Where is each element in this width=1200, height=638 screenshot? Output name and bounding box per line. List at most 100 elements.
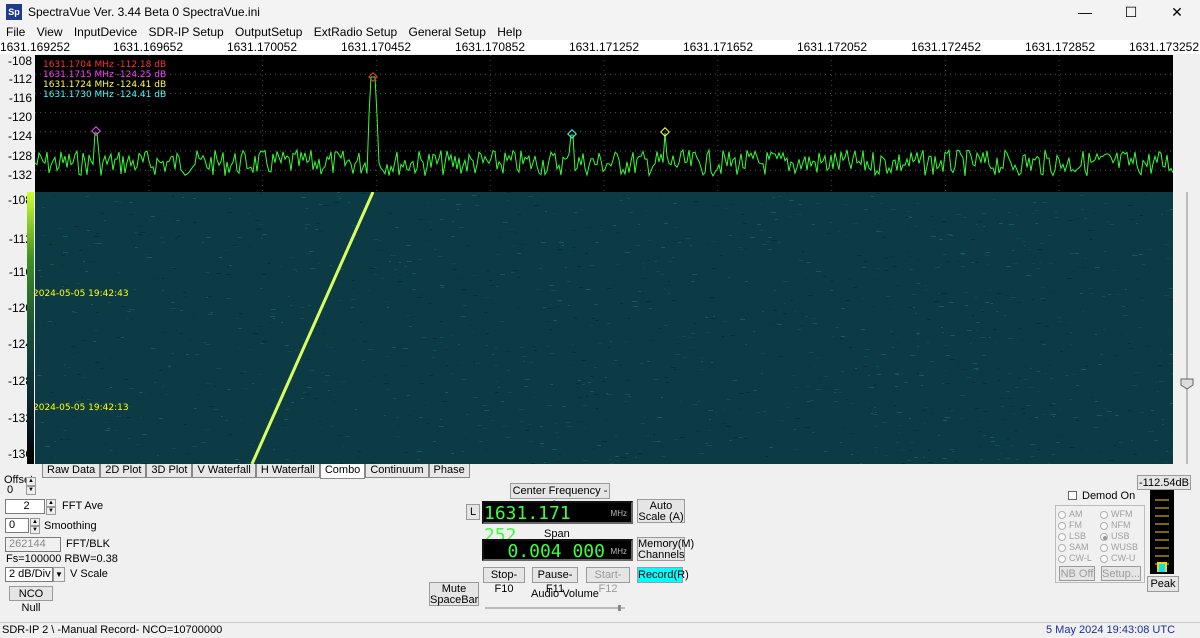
fft-blk-select[interactable]: 262144	[5, 537, 61, 552]
waterfall-timestamp: 2024-05-05 19:42:43	[35, 289, 129, 299]
mode-label: WFM	[1111, 509, 1133, 519]
marker-text: 1631.1730 MHz -124.41 dB	[43, 90, 167, 100]
setup-button[interactable]: Setup...	[1101, 566, 1141, 581]
mode-label: FM	[1069, 520, 1082, 530]
mode-cwl-radio[interactable]: CW-L	[1058, 553, 1092, 563]
stop-button[interactable]: Stop-F10	[483, 567, 525, 595]
mode-wusb-radio[interactable]: WUSB	[1100, 542, 1138, 552]
spectrum-plot[interactable]: 1631.1704 MHz -112.18 dB 1631.1715 MHz -…	[34, 55, 1174, 192]
mode-label: CW-L	[1069, 553, 1092, 563]
audio-volume-slider[interactable]	[485, 600, 633, 611]
mute-button[interactable]: Mute SpaceBar	[429, 582, 479, 606]
marker-text: 1631.1715 MHz -124.25 dB	[43, 70, 167, 80]
fft-blk-label: FFT/BLK	[66, 538, 111, 550]
nb-off-button[interactable]: NB Off	[1059, 566, 1095, 581]
spectrum-db-label: -128	[7, 149, 32, 163]
mode-label: USB	[1111, 531, 1130, 541]
tab-2d-plot[interactable]: 2D Plot	[100, 464, 147, 478]
peak-button[interactable]: Peak	[1147, 576, 1179, 592]
demod-on-label: Demod On	[1082, 490, 1136, 502]
demod-on-checkbox[interactable]	[1068, 491, 1077, 500]
app-icon: Sp	[6, 4, 22, 20]
mode-sam-radio[interactable]: SAM	[1058, 542, 1089, 552]
menu-view[interactable]: View	[37, 24, 63, 40]
freq-tick-label: 1631.171252	[568, 40, 640, 54]
waterfall-display[interactable]: 2024-05-05 19:42:43 2024-05-05 19:42:13	[35, 192, 1173, 464]
span-display[interactable]: 0.004 000 MHz	[482, 539, 633, 562]
tab-combo[interactable]: Combo	[319, 464, 366, 479]
freq-tick-label: 1631.172852	[1024, 40, 1096, 54]
fft-ave-up-button[interactable]: ▲	[46, 499, 56, 507]
mode-am-radio[interactable]: AM	[1058, 509, 1083, 519]
l-button[interactable]: L	[466, 504, 480, 520]
app-window: Sp SpectraVue Ver. 3.44 Beta 0 SpectraVu…	[0, 0, 1200, 638]
spectrum-trace	[34, 76, 1174, 178]
menu-output-setup[interactable]: OutputSetup	[235, 24, 302, 40]
record-button[interactable]: Record(R)	[637, 567, 689, 583]
center-frequency-display[interactable]: 1631.171 252 MHz	[482, 501, 633, 546]
status-left: SDR-IP 2 \ -Manual Record- NCO=10700000	[2, 624, 223, 636]
vscale-select[interactable]: 2 dB/Div	[5, 567, 53, 582]
tab-v-waterfall[interactable]: V Waterfall	[192, 464, 256, 478]
waterfall-signal-trace	[250, 192, 375, 464]
close-button[interactable]: ✕	[1154, 0, 1200, 24]
mode-usb-radio[interactable]: USB	[1100, 531, 1130, 541]
marker-text: 1631.1704 MHz -112.18 dB	[43, 60, 167, 70]
pause-button[interactable]: Pause-F11	[532, 567, 578, 595]
menu-sdr-ip-setup[interactable]: SDR-IP Setup	[149, 24, 224, 40]
mode-label: LSB	[1069, 531, 1087, 541]
smoothing-input[interactable]: 0	[5, 518, 29, 533]
tab-raw-data[interactable]: Raw Data	[42, 464, 101, 478]
vscale-dropdown-icon[interactable]: ▼	[53, 567, 65, 582]
mode-nfm-radio[interactable]: NFM	[1100, 520, 1131, 530]
menu-extradio-setup[interactable]: ExtRadio Setup	[314, 24, 397, 40]
fft-ave-down-button[interactable]: ▼	[46, 507, 56, 515]
mode-cwu-radio[interactable]: CW-U	[1100, 553, 1135, 563]
offset-down-button[interactable]: ▼	[26, 486, 36, 495]
span-unit: MHz	[610, 547, 627, 556]
tab-h-waterfall[interactable]: H Waterfall	[255, 464, 320, 478]
fs-rbw-text: Fs=100000 RBW=0.38	[6, 553, 118, 565]
waterfall-contrast-slider[interactable]	[1180, 192, 1194, 464]
freq-tick-label: 1631.171652	[682, 40, 754, 54]
smoothing-up-button[interactable]: ▲	[30, 518, 40, 526]
signal-level-meter	[1150, 490, 1174, 574]
maximize-button[interactable]: ☐	[1108, 0, 1154, 24]
offset-up-button[interactable]: ▲	[26, 477, 36, 486]
smoothing-down-button[interactable]: ▼	[30, 526, 40, 534]
marker-readout-4: 1631.1730 MHz -124.41 dB	[43, 90, 166, 100]
auto-scale-button[interactable]: Auto Scale (A)	[637, 499, 685, 523]
freq-tick-label: 1631.170052	[226, 40, 298, 54]
freq-tick-label: 1631.170452	[340, 40, 412, 54]
menu-file[interactable]: File	[6, 24, 25, 40]
tab-phase[interactable]: Phase	[428, 464, 470, 478]
mode-wfm-radio[interactable]: WFM	[1100, 509, 1133, 519]
title-bar: Sp SpectraVue Ver. 3.44 Beta 0 SpectraVu…	[0, 0, 1200, 24]
freq-tick-label: 1631.172452	[910, 40, 982, 54]
menu-help[interactable]: Help	[497, 24, 522, 40]
window-title: SpectraVue Ver. 3.44 Beta 0 SpectraVue.i…	[28, 5, 260, 19]
audio-volume-label: Audio Volume	[531, 588, 599, 600]
marker-readout-1: 1631.1704 MHz -112.18 dB	[43, 60, 166, 70]
offset-value[interactable]: 0	[4, 484, 26, 498]
menu-input-device[interactable]: InputDevice	[74, 24, 137, 40]
center-frequency-unit: MHz	[610, 509, 627, 518]
mode-lsb-radio[interactable]: LSB	[1058, 531, 1086, 541]
spectrum-db-label: -132	[7, 168, 32, 182]
tab-3d-plot[interactable]: 3D Plot	[146, 464, 193, 478]
menu-bar: File View InputDevice SDR-IP Setup Outpu…	[0, 24, 1200, 40]
memory-channels-button[interactable]: Memory(M) Channels	[637, 537, 694, 561]
marker-readout-3: 1631.1724 MHz -124.41 dB	[43, 80, 166, 90]
fft-ave-input[interactable]: 2	[5, 499, 45, 514]
span-value: 0.004 000	[507, 541, 605, 562]
freq-tick-label: 1631.170852	[454, 40, 526, 54]
start-button[interactable]: Start-F12	[586, 567, 630, 595]
nco-null-button[interactable]: NCO Null	[9, 586, 53, 614]
minimize-button[interactable]: —	[1062, 0, 1108, 24]
fft-ave-label: FFT Ave	[62, 500, 104, 512]
mode-fm-radio[interactable]: FM	[1058, 520, 1082, 530]
center-frequency-button[interactable]: Center Frequency - Ins	[510, 483, 610, 511]
level-readout: -112.54dB	[1137, 475, 1191, 490]
tab-continuum[interactable]: Continuum	[365, 464, 429, 478]
menu-general-setup[interactable]: General Setup	[409, 24, 486, 40]
